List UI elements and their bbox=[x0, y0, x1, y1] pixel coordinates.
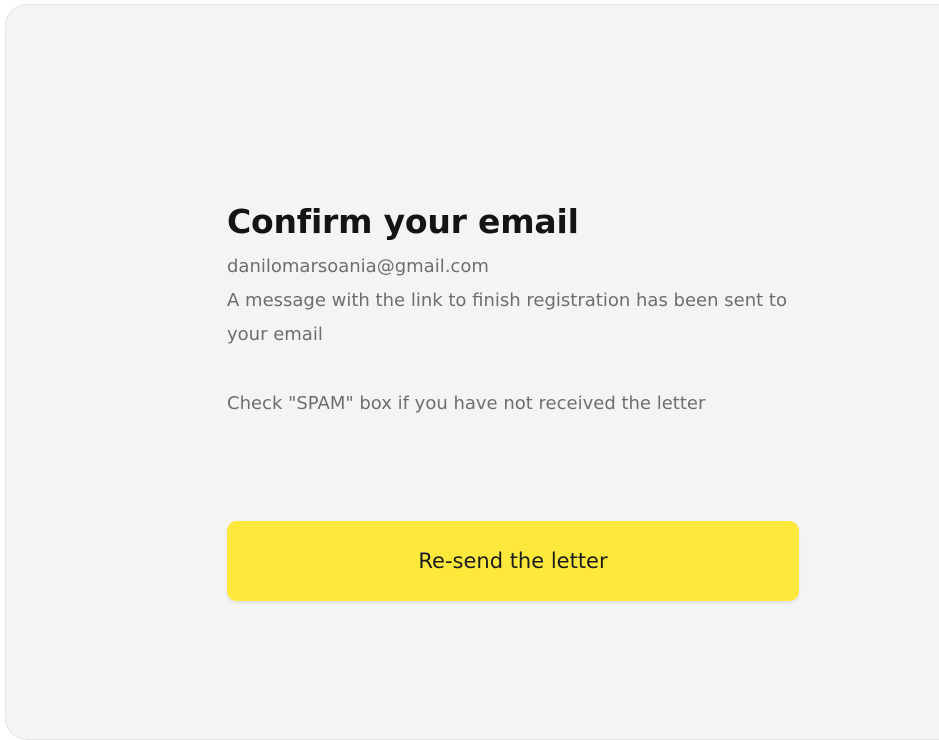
confirm-email-card: Confirm your email danilomarsoania@gmail… bbox=[5, 4, 939, 740]
page-title: Confirm your email bbox=[227, 202, 579, 241]
confirm-email-content: Confirm your email danilomarsoania@gmail… bbox=[227, 201, 802, 601]
spam-note: Check "SPAM" box if you have not receive… bbox=[227, 393, 706, 414]
user-email: danilomarsoania@gmail.com bbox=[227, 256, 489, 277]
confirmation-message: A message with the link to finish regist… bbox=[227, 290, 787, 345]
resend-letter-button[interactable]: Re-send the letter bbox=[227, 521, 799, 601]
